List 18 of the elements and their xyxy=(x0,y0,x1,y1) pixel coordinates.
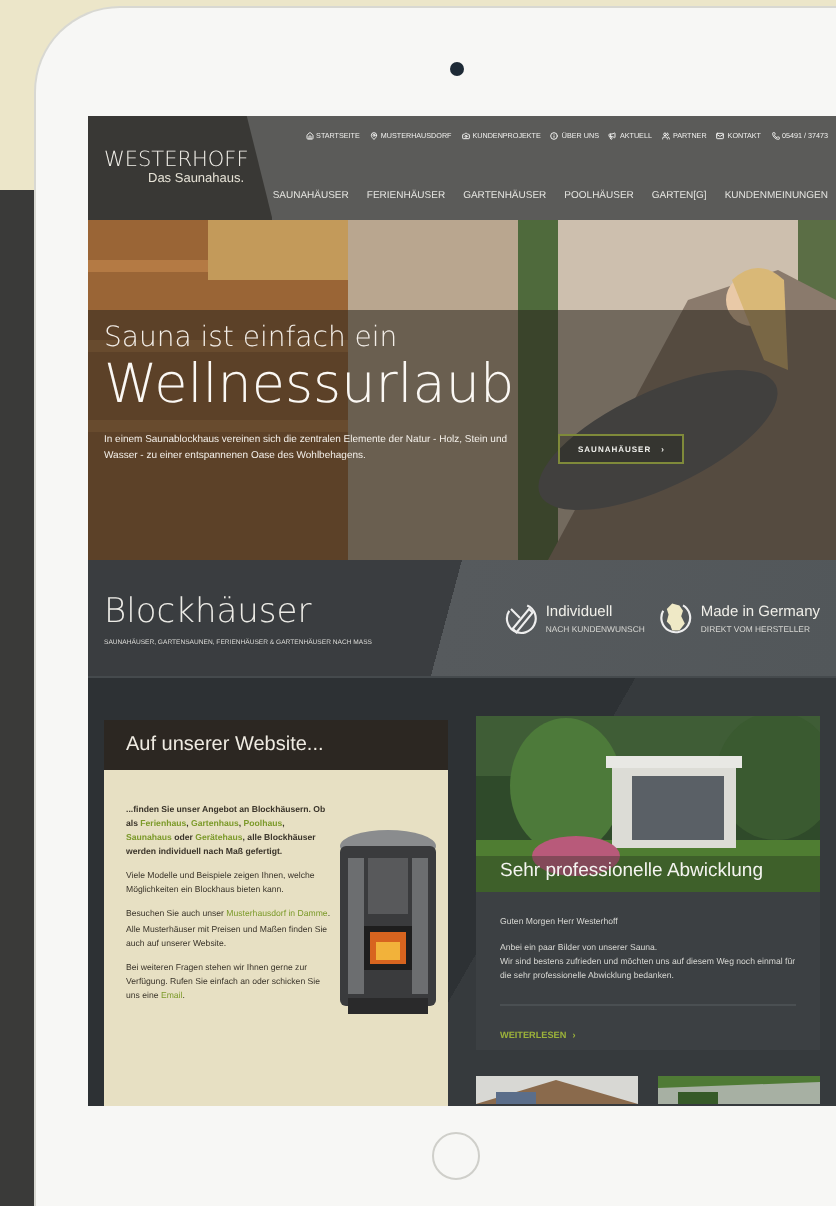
testimonial-title: Sehr professionelle Abwicklung xyxy=(500,860,763,882)
home-button[interactable] xyxy=(432,1132,480,1180)
mail-icon xyxy=(716,132,725,140)
map-pin-icon xyxy=(369,132,378,140)
card-title: Auf unserer Website... xyxy=(126,734,324,756)
people-icon xyxy=(661,132,670,140)
home-icon xyxy=(305,132,314,140)
phone-icon xyxy=(771,132,780,140)
germany-map-icon xyxy=(656,600,693,636)
megaphone-icon xyxy=(608,132,617,140)
hero-headline: Wellnessurlaub xyxy=(104,354,517,417)
camera-lens-icon xyxy=(450,62,464,76)
camera-icon xyxy=(461,132,470,140)
logo-name[interactable]: WESTERHOFF xyxy=(104,149,273,171)
info-icon xyxy=(550,132,559,140)
pencil-circle-icon xyxy=(501,600,538,636)
hero-kicker: Sauna ist einfach ein xyxy=(104,324,400,355)
band-title: Blockhäuser xyxy=(104,591,314,631)
